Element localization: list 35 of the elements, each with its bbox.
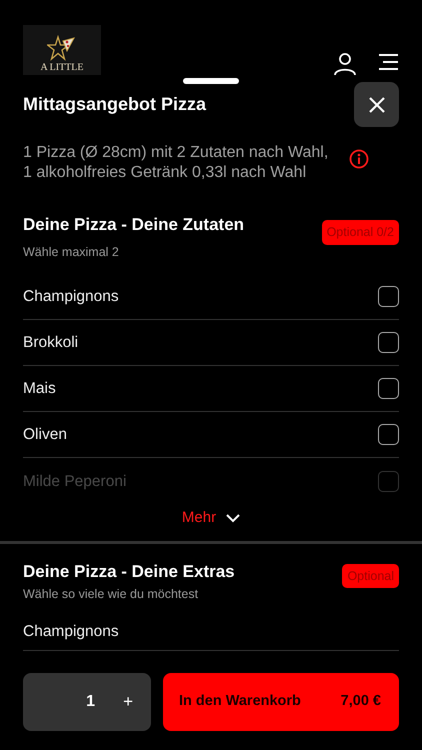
info-icon[interactable] <box>349 148 369 169</box>
checkbox[interactable] <box>378 286 399 308</box>
plus-button[interactable]: + <box>121 689 135 715</box>
checkbox[interactable] <box>378 332 399 354</box>
checkbox[interactable] <box>378 378 399 400</box>
user-icon[interactable] <box>333 52 357 76</box>
more-button[interactable]: Mehr <box>182 507 240 530</box>
close-button[interactable] <box>354 82 399 127</box>
option-label: Champignons <box>23 622 119 642</box>
close-icon <box>368 96 386 114</box>
option-label: Mais <box>23 379 56 400</box>
add-to-cart-button[interactable]: In den Warenkorb 7,00 € <box>163 672 399 731</box>
option-label: Brokkoli <box>23 333 78 354</box>
quantity-value: 1 <box>86 692 96 712</box>
chevron-down-icon <box>226 514 240 523</box>
option-label: Milde Peperoni <box>23 472 126 492</box>
option-label: Oliven <box>23 425 67 446</box>
sheet-title: Mittagsangebot Pizza <box>23 94 206 116</box>
star-pizza-icon <box>47 35 77 63</box>
offer-description: 1 Pizza (Ø 28cm) mit 2 Zutaten nach Wahl, 1 alkoholfreies Getränk 0,33l nach Wahl <box>23 143 330 183</box>
optional-badge: Optional 0/2 <box>322 220 399 245</box>
section-title: Deine Pizza - Deine Extras <box>23 562 235 582</box>
sheet-handle[interactable] <box>183 78 239 84</box>
section-subtitle: Wähle maximal 2 <box>23 244 120 262</box>
price-text: 7,00 € <box>340 692 381 711</box>
logo-text: A LITTLE <box>40 63 84 73</box>
checkbox[interactable] <box>378 424 399 446</box>
menu-icon[interactable] <box>377 52 399 72</box>
cart-label: In den Warenkorb <box>179 692 301 711</box>
section-subtitle: Wähle so viele wie du möchtest <box>23 586 200 604</box>
logo[interactable]: A LITTLE <box>23 25 101 75</box>
section-title: Deine Pizza - Deine Zutaten <box>23 215 244 236</box>
option-label: Champignons <box>23 287 119 308</box>
quantity-stepper[interactable]: 1 + <box>23 672 151 731</box>
optional-badge: Optional <box>342 564 399 588</box>
